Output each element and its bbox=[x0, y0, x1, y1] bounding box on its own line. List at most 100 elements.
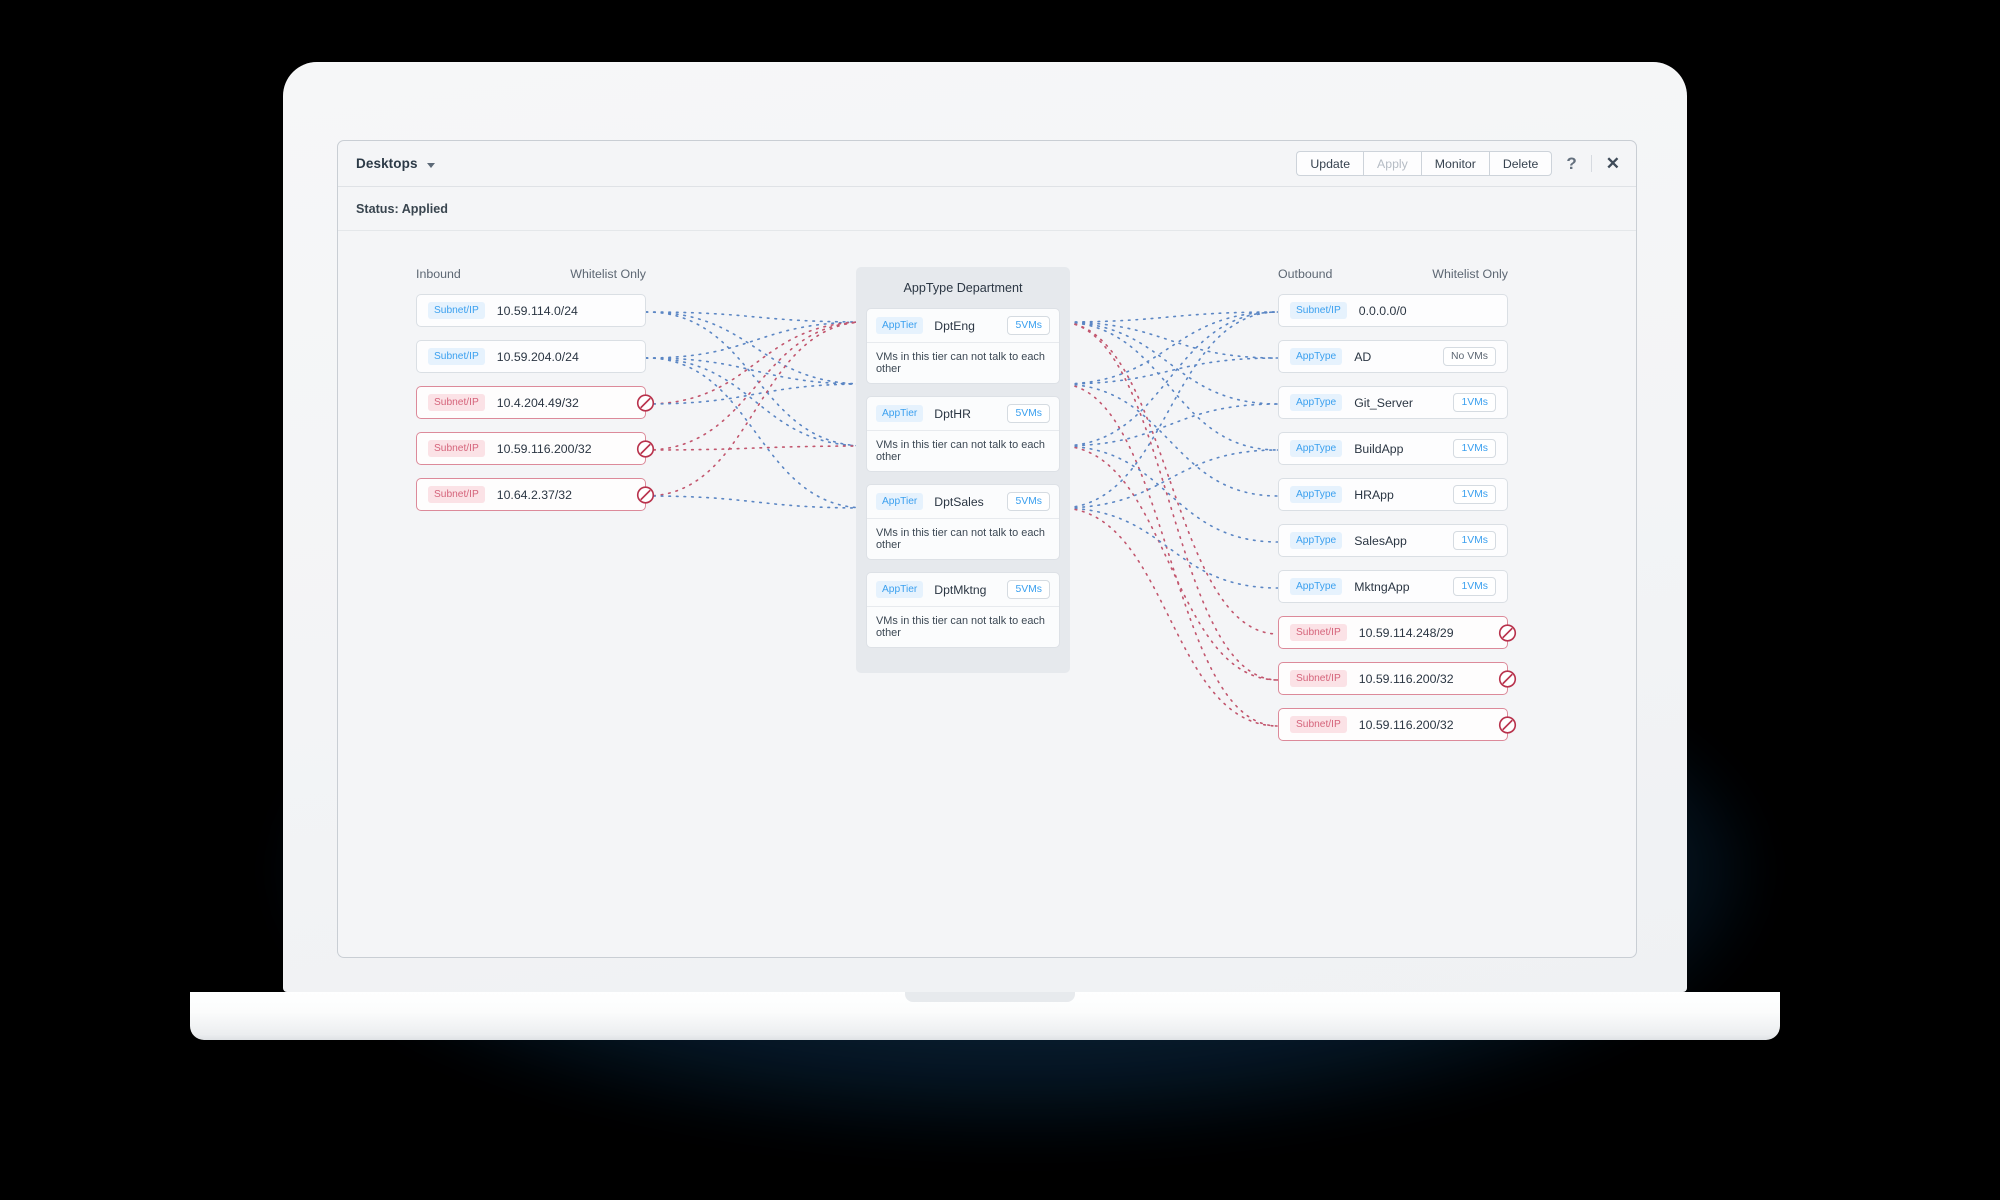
tier-card[interactable]: AppTier DptEng 5VMs VMs in this tier can no… bbox=[866, 308, 1060, 384]
list-item[interactable]: Subnet/IP 10.59.204.0/24 bbox=[416, 340, 646, 373]
item-type-tag: Subnet/IP bbox=[428, 394, 485, 411]
item-type-tag: Subnet/IP bbox=[428, 440, 485, 457]
item-label: 10.59.116.200/32 bbox=[1358, 671, 1454, 686]
item-type-tag: Subnet/IP bbox=[1290, 670, 1347, 687]
tier-list: AppTier DptEng 5VMs VMs in this tier can no… bbox=[866, 308, 1060, 648]
vm-count-badge: 1VMs bbox=[1453, 531, 1496, 550]
item-label: AD bbox=[1354, 349, 1372, 364]
statusbar: Status: Applied bbox=[338, 187, 1636, 231]
connection-line bbox=[1059, 507, 1279, 727]
tier-name: DptHR bbox=[934, 406, 971, 421]
item-type-tag: AppType bbox=[1290, 348, 1343, 365]
screenshot-stage: Desktops Update Apply Monitor Delete ? ✕… bbox=[0, 0, 2000, 1200]
list-item[interactable]: AppType SalesApp 1VMs bbox=[1278, 524, 1508, 557]
window-title-dropdown[interactable]: Desktops bbox=[356, 156, 435, 171]
connection-line bbox=[1059, 445, 1279, 543]
no-entry-icon bbox=[1498, 623, 1517, 642]
list-item[interactable]: Subnet/IP 10.59.114.0/24 bbox=[416, 294, 646, 327]
connection-line bbox=[645, 357, 867, 509]
item-label: 10.59.116.200/32 bbox=[1358, 717, 1454, 732]
outbound-list: Subnet/IP 0.0.0.0/0 AppType AD No VMs AppType… bbox=[1278, 294, 1517, 741]
page-title: Desktops bbox=[356, 156, 418, 171]
tier-name: DptSales bbox=[934, 494, 984, 509]
no-entry-icon bbox=[636, 439, 655, 458]
list-item[interactable]: Subnet/IP 10.59.116.200/32 bbox=[416, 432, 655, 465]
connection-line bbox=[645, 321, 867, 405]
list-item[interactable]: Subnet/IP 10.59.114.248/29 bbox=[1278, 616, 1517, 649]
item-type-tag: AppType bbox=[1290, 486, 1343, 503]
close-icon[interactable]: ✕ bbox=[1606, 155, 1620, 172]
item-label: BuildApp bbox=[1354, 441, 1404, 456]
tier-name: DptMktng bbox=[934, 582, 987, 597]
item-type-tag: AppType bbox=[1290, 394, 1343, 411]
tier-note: VMs in this tier can not talk to each ot… bbox=[876, 351, 1045, 375]
connection-line bbox=[645, 321, 867, 359]
vm-count-badge: 1VMs bbox=[1453, 485, 1496, 504]
delete-button[interactable]: Delete bbox=[1488, 151, 1553, 176]
list-item[interactable]: Subnet/IP 10.4.204.49/32 bbox=[416, 386, 655, 419]
no-entry-icon bbox=[636, 485, 655, 504]
list-item[interactable]: Subnet/IP 10.59.116.200/32 bbox=[1278, 708, 1517, 741]
inbound-column: Inbound Whitelist Only Subnet/IP 10.59.11… bbox=[416, 267, 655, 524]
tier-type-tag: AppTier bbox=[876, 493, 924, 510]
list-item[interactable]: Subnet/IP 10.64.2.37/32 bbox=[416, 478, 655, 511]
tier-card[interactable]: AppTier DptHR 5VMs VMs in this tier can not… bbox=[866, 396, 1060, 472]
vm-count-badge: 1VMs bbox=[1453, 577, 1496, 596]
help-icon[interactable]: ? bbox=[1566, 155, 1576, 172]
list-item[interactable]: AppType Git_Server 1VMs bbox=[1278, 386, 1508, 419]
update-button[interactable]: Update bbox=[1296, 151, 1364, 176]
no-entry-icon bbox=[1498, 669, 1517, 688]
tier-name: DptEng bbox=[934, 318, 975, 333]
vm-count-badge: 5VMs bbox=[1007, 580, 1050, 599]
app-window: Desktops Update Apply Monitor Delete ? ✕… bbox=[337, 140, 1637, 958]
vm-count-badge: 1VMs bbox=[1453, 439, 1496, 458]
toolbar-divider bbox=[1590, 155, 1592, 172]
outbound-column-header: Outbound Whitelist Only bbox=[1278, 267, 1508, 281]
tier-type-tag: AppTier bbox=[876, 405, 924, 422]
no-entry-icon bbox=[1498, 669, 1517, 688]
outbound-header-label: Outbound bbox=[1278, 267, 1333, 281]
no-entry-icon bbox=[636, 393, 655, 412]
chevron-down-icon[interactable] bbox=[426, 162, 435, 168]
monitor-button[interactable]: Monitor bbox=[1420, 151, 1489, 176]
list-item[interactable]: Subnet/IP 0.0.0.0/0 bbox=[1278, 294, 1508, 327]
no-entry-icon bbox=[1498, 715, 1517, 734]
tier-card[interactable]: AppTier DptMktng 5VMs VMs in this tier can … bbox=[866, 572, 1060, 648]
vm-count-badge: No VMs bbox=[1443, 347, 1496, 366]
toolbar-button-group: Update Apply Monitor Delete bbox=[1296, 151, 1553, 176]
item-label: 10.59.116.200/32 bbox=[496, 441, 592, 456]
list-item[interactable]: AppType AD No VMs bbox=[1278, 340, 1508, 373]
center-panel: AppType Department AppTier DptEng 5VMs VMs … bbox=[856, 267, 1070, 673]
connection-line bbox=[1059, 311, 1279, 447]
tier-card-header: AppTier DptEng 5VMs bbox=[867, 309, 1059, 343]
tier-card[interactable]: AppTier DptSales 5VMs VMs in this tier can … bbox=[866, 484, 1060, 560]
list-item[interactable]: AppType HRApp 1VMs bbox=[1278, 478, 1508, 511]
center-panel-title: AppType Department bbox=[903, 281, 1023, 295]
policy-canvas: Inbound Whitelist Only Subnet/IP 10.59.11… bbox=[338, 231, 1636, 957]
tier-card-header: AppTier DptHR 5VMs bbox=[867, 397, 1059, 431]
item-label: 10.59.114.0/24 bbox=[496, 303, 578, 318]
tier-type-tag: AppTier bbox=[876, 317, 924, 334]
item-label: 0.0.0.0/0 bbox=[1358, 303, 1407, 318]
vm-count-badge: 1VMs bbox=[1453, 393, 1496, 412]
item-label: HRApp bbox=[1354, 487, 1394, 502]
item-label: 10.59.114.248/29 bbox=[1358, 625, 1454, 640]
connection-line bbox=[1059, 357, 1279, 385]
item-label: SalesApp bbox=[1354, 533, 1407, 548]
toolbar: Update Apply Monitor Delete ? ✕ bbox=[1296, 151, 1620, 176]
item-label: 10.59.204.0/24 bbox=[496, 349, 579, 364]
item-label: Git_Server bbox=[1354, 395, 1413, 410]
connection-line bbox=[1059, 321, 1279, 635]
tier-note: VMs in this tier can not talk to each ot… bbox=[876, 615, 1045, 639]
list-item[interactable]: Subnet/IP 10.59.116.200/32 bbox=[1278, 662, 1517, 695]
connection-line bbox=[1059, 321, 1279, 451]
item-type-tag: Subnet/IP bbox=[1290, 716, 1347, 733]
inbound-column-header: Inbound Whitelist Only bbox=[416, 267, 646, 281]
tier-card-header: AppTier DptMktng 5VMs bbox=[867, 573, 1059, 607]
laptop-notch bbox=[905, 992, 1075, 1002]
item-type-tag: Subnet/IP bbox=[1290, 302, 1347, 319]
connection-line bbox=[645, 321, 867, 451]
list-item[interactable]: AppType MktngApp 1VMs bbox=[1278, 570, 1508, 603]
connection-line bbox=[1059, 311, 1279, 323]
list-item[interactable]: AppType BuildApp 1VMs bbox=[1278, 432, 1508, 465]
